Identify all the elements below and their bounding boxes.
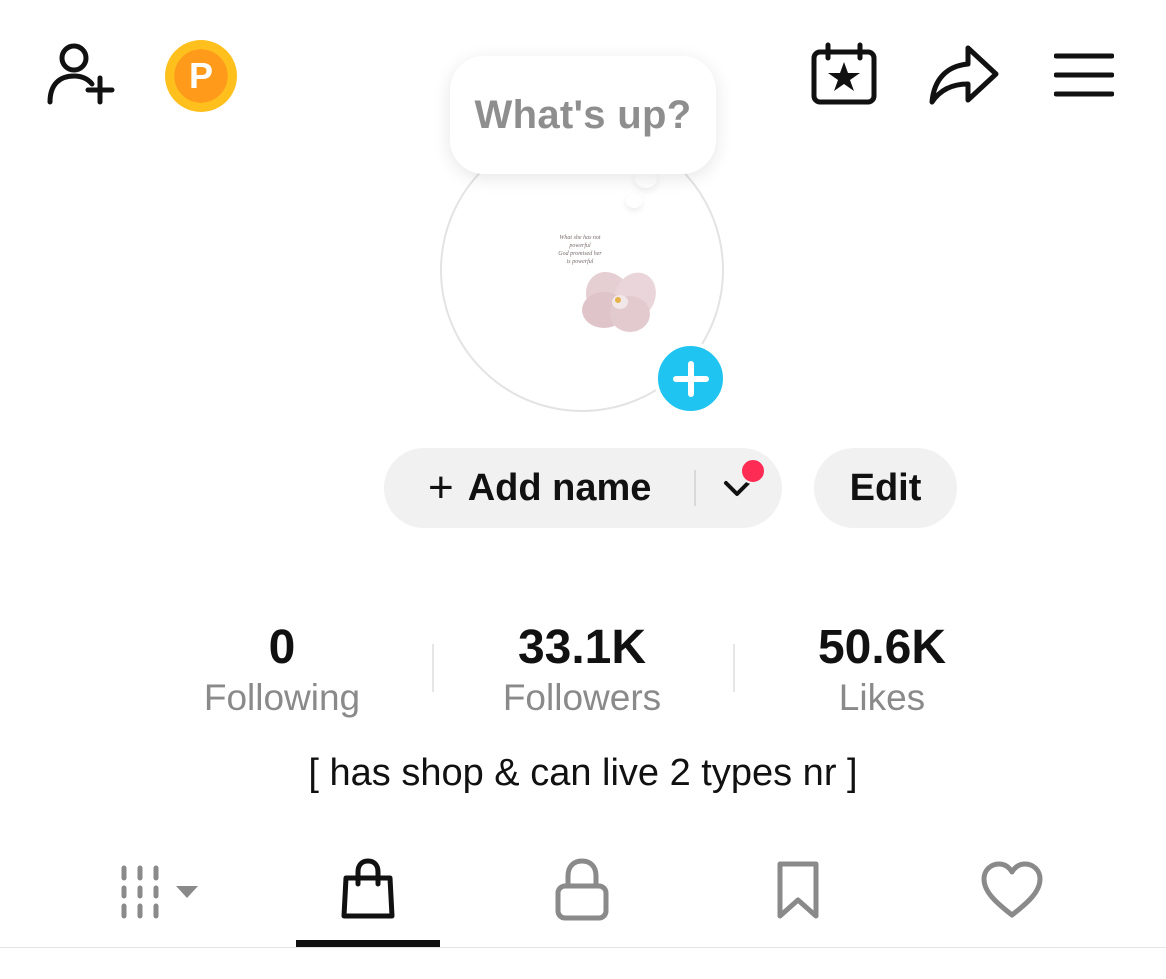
- tab-private[interactable]: [522, 845, 642, 935]
- edit-profile-button[interactable]: Edit: [814, 448, 957, 528]
- profile-bio: [ has shop & can live 2 types nr ]: [308, 752, 858, 794]
- tab-liked[interactable]: [952, 845, 1072, 935]
- calendar-button[interactable]: [810, 42, 878, 106]
- tab-videos[interactable]: [96, 845, 216, 935]
- pill-divider: [694, 470, 696, 506]
- add-avatar-button[interactable]: [654, 342, 727, 415]
- add-friend-button[interactable]: [44, 40, 120, 110]
- add-name-plus-icon: +: [428, 463, 454, 512]
- lock-icon: [555, 858, 609, 921]
- share-button[interactable]: [928, 42, 1000, 106]
- points-coin-letter: P: [188, 55, 213, 96]
- active-tab-indicator: [296, 940, 440, 947]
- avatar-caption-line: powerful: [569, 243, 591, 249]
- hamburger-menu-icon: [1054, 53, 1114, 97]
- status-bubble[interactable]: What's up?: [450, 56, 716, 174]
- stat-value: 33.1K: [517, 621, 647, 674]
- avatar-caption-line: God promised her: [558, 251, 602, 257]
- stat-divider: [733, 644, 735, 692]
- add-name-label: Add name: [467, 466, 652, 509]
- stat-value: 0: [268, 621, 296, 674]
- stat-value: 50.6K: [817, 621, 947, 674]
- bookmark-icon: [777, 861, 819, 919]
- stat-following[interactable]: 0 Following: [182, 620, 382, 720]
- tab-shop[interactable]: [308, 845, 428, 935]
- tab-saved[interactable]: [738, 845, 858, 935]
- stat-followers[interactable]: 33.1K Followers: [472, 620, 692, 720]
- menu-button[interactable]: [1054, 50, 1114, 100]
- stat-label: Likes: [838, 677, 926, 718]
- stat-label: Followers: [502, 677, 662, 718]
- notification-dot: [740, 458, 766, 484]
- points-coin-button[interactable]: P: [165, 40, 237, 112]
- plus-icon: [672, 360, 709, 397]
- status-bubble-text: What's up?: [474, 92, 692, 137]
- videos-grid-icon: [121, 865, 198, 919]
- tab-bar-divider: [0, 947, 1166, 948]
- shopping-bag-icon: [341, 858, 395, 919]
- heart-icon: [981, 861, 1043, 918]
- bubble-tail-dot: [626, 194, 642, 208]
- person-plus-icon: [47, 43, 115, 105]
- edit-label: Edit: [849, 466, 922, 509]
- stat-label: Following: [203, 677, 361, 718]
- avatar-caption-line: is powerful: [566, 259, 594, 265]
- stat-likes[interactable]: 50.6K Likes: [782, 620, 982, 720]
- stat-divider: [432, 644, 434, 692]
- share-arrow-icon: [929, 45, 999, 105]
- avatar-caption-line: What she has not: [559, 235, 601, 241]
- calendar-star-icon: [811, 42, 877, 105]
